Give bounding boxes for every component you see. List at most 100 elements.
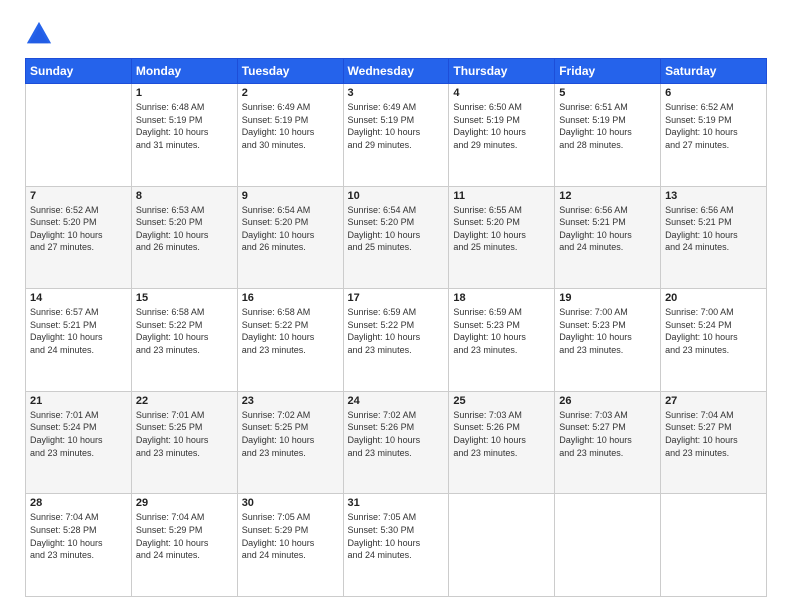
logo-icon [25, 20, 53, 48]
cell-info: Sunrise: 6:49 AM Sunset: 5:19 PM Dayligh… [242, 101, 339, 151]
cell-info: Sunrise: 7:04 AM Sunset: 5:29 PM Dayligh… [136, 511, 233, 561]
day-number: 15 [136, 292, 233, 304]
cell-info: Sunrise: 7:02 AM Sunset: 5:25 PM Dayligh… [242, 409, 339, 459]
calendar: SundayMondayTuesdayWednesdayThursdayFrid… [25, 58, 767, 597]
calendar-cell: 13 Sunrise: 6:56 AM Sunset: 5:21 PM Dayli… [661, 186, 767, 289]
calendar-cell: 12 Sunrise: 6:56 AM Sunset: 5:21 PM Dayli… [555, 186, 661, 289]
day-number: 24 [348, 395, 445, 407]
header-tuesday: Tuesday [237, 59, 343, 84]
cell-info: Sunrise: 6:48 AM Sunset: 5:19 PM Dayligh… [136, 101, 233, 151]
cell-info: Sunrise: 6:55 AM Sunset: 5:20 PM Dayligh… [453, 204, 550, 254]
calendar-cell: 3Sunrise: 6:49 AM Sunset: 5:19 PM Daylig… [343, 84, 449, 187]
cell-info: Sunrise: 6:58 AM Sunset: 5:22 PM Dayligh… [136, 306, 233, 356]
header-sunday: Sunday [26, 59, 132, 84]
calendar-cell: 1 Sunrise: 6:48 AM Sunset: 5:19 PM Daylig… [131, 84, 237, 187]
calendar-cell: 5 Sunrise: 6:51 AM Sunset: 5:19 PM Daylig… [555, 84, 661, 187]
calendar-cell: 4 Sunrise: 6:50 AM Sunset: 5:19 PM Daylig… [449, 84, 555, 187]
cell-info: Sunrise: 7:05 AM Sunset: 5:29 PM Dayligh… [242, 511, 339, 561]
day-number: 26 [559, 395, 656, 407]
cell-info: Sunrise: 7:01 AM Sunset: 5:24 PM Dayligh… [30, 409, 127, 459]
day-number: 17 [348, 292, 445, 304]
day-number: 5 [559, 87, 656, 99]
calendar-cell: 25 Sunrise: 7:03 AM Sunset: 5:26 PM Dayli… [449, 391, 555, 494]
day-number: 3 [348, 87, 445, 99]
calendar-cell: 29Sunrise: 7:04 AM Sunset: 5:29 PM Dayli… [131, 494, 237, 597]
cell-info: Sunrise: 7:04 AM Sunset: 5:28 PM Dayligh… [30, 511, 127, 561]
calendar-cell: 8 Sunrise: 6:53 AM Sunset: 5:20 PM Daylig… [131, 186, 237, 289]
calendar-header-row: SundayMondayTuesdayWednesdayThursdayFrid… [26, 59, 767, 84]
day-number: 25 [453, 395, 550, 407]
cell-info: Sunrise: 7:03 AM Sunset: 5:27 PM Dayligh… [559, 409, 656, 459]
day-number: 8 [136, 190, 233, 202]
cell-info: Sunrise: 7:00 AM Sunset: 5:24 PM Dayligh… [665, 306, 762, 356]
day-number: 23 [242, 395, 339, 407]
cell-info: Sunrise: 6:59 AM Sunset: 5:22 PM Dayligh… [348, 306, 445, 356]
day-number: 20 [665, 292, 762, 304]
calendar-cell: 2 Sunrise: 6:49 AM Sunset: 5:19 PM Daylig… [237, 84, 343, 187]
calendar-cell: 21 Sunrise: 7:01 AM Sunset: 5:24 PM Dayli… [26, 391, 132, 494]
page: SundayMondayTuesdayWednesdayThursdayFrid… [0, 0, 792, 612]
header-friday: Friday [555, 59, 661, 84]
cell-info: Sunrise: 7:05 AM Sunset: 5:30 PM Dayligh… [348, 511, 445, 561]
calendar-cell: 20 Sunrise: 7:00 AM Sunset: 5:24 PM Dayli… [661, 289, 767, 392]
calendar-cell: 18 Sunrise: 6:59 AM Sunset: 5:23 PM Dayli… [449, 289, 555, 392]
header-wednesday: Wednesday [343, 59, 449, 84]
day-number: 22 [136, 395, 233, 407]
day-number: 11 [453, 190, 550, 202]
day-number: 12 [559, 190, 656, 202]
calendar-cell [449, 494, 555, 597]
calendar-cell: 23 Sunrise: 7:02 AM Sunset: 5:25 PM Dayli… [237, 391, 343, 494]
cell-info: Sunrise: 6:52 AM Sunset: 5:20 PM Dayligh… [30, 204, 127, 254]
calendar-cell: 7 Sunrise: 6:52 AM Sunset: 5:20 PM Daylig… [26, 186, 132, 289]
cell-info: Sunrise: 6:51 AM Sunset: 5:19 PM Dayligh… [559, 101, 656, 151]
day-number: 9 [242, 190, 339, 202]
cell-info: Sunrise: 7:03 AM Sunset: 5:26 PM Dayligh… [453, 409, 550, 459]
cell-info: Sunrise: 7:01 AM Sunset: 5:25 PM Dayligh… [136, 409, 233, 459]
day-number: 2 [242, 87, 339, 99]
cell-info: Sunrise: 6:53 AM Sunset: 5:20 PM Dayligh… [136, 204, 233, 254]
cell-info: Sunrise: 6:54 AM Sunset: 5:20 PM Dayligh… [242, 204, 339, 254]
calendar-cell: 19Sunrise: 7:00 AM Sunset: 5:23 PM Dayli… [555, 289, 661, 392]
day-number: 18 [453, 292, 550, 304]
day-number: 10 [348, 190, 445, 202]
header [25, 20, 767, 48]
cell-info: Sunrise: 6:52 AM Sunset: 5:19 PM Dayligh… [665, 101, 762, 151]
calendar-cell: 9 Sunrise: 6:54 AM Sunset: 5:20 PM Daylig… [237, 186, 343, 289]
day-number: 1 [136, 87, 233, 99]
cell-info: Sunrise: 6:56 AM Sunset: 5:21 PM Dayligh… [665, 204, 762, 254]
calendar-cell [661, 494, 767, 597]
header-monday: Monday [131, 59, 237, 84]
day-number: 28 [30, 497, 127, 509]
calendar-cell: 10Sunrise: 6:54 AM Sunset: 5:20 PM Dayli… [343, 186, 449, 289]
calendar-cell: 11 Sunrise: 6:55 AM Sunset: 5:20 PM Dayli… [449, 186, 555, 289]
day-number: 4 [453, 87, 550, 99]
calendar-cell: 24Sunrise: 7:02 AM Sunset: 5:26 PM Dayli… [343, 391, 449, 494]
week-row-1: 7 Sunrise: 6:52 AM Sunset: 5:20 PM Daylig… [26, 186, 767, 289]
day-number: 30 [242, 497, 339, 509]
cell-info: Sunrise: 6:56 AM Sunset: 5:21 PM Dayligh… [559, 204, 656, 254]
week-row-0: 1 Sunrise: 6:48 AM Sunset: 5:19 PM Daylig… [26, 84, 767, 187]
header-thursday: Thursday [449, 59, 555, 84]
calendar-cell: 28 Sunrise: 7:04 AM Sunset: 5:28 PM Dayli… [26, 494, 132, 597]
day-number: 13 [665, 190, 762, 202]
calendar-cell: 31 Sunrise: 7:05 AM Sunset: 5:30 PM Dayli… [343, 494, 449, 597]
week-row-2: 14Sunrise: 6:57 AM Sunset: 5:21 PM Dayli… [26, 289, 767, 392]
cell-info: Sunrise: 6:50 AM Sunset: 5:19 PM Dayligh… [453, 101, 550, 151]
calendar-cell: 27Sunrise: 7:04 AM Sunset: 5:27 PM Dayli… [661, 391, 767, 494]
logo [25, 20, 57, 48]
day-number: 31 [348, 497, 445, 509]
calendar-cell [26, 84, 132, 187]
cell-info: Sunrise: 7:04 AM Sunset: 5:27 PM Dayligh… [665, 409, 762, 459]
header-saturday: Saturday [661, 59, 767, 84]
day-number: 21 [30, 395, 127, 407]
day-number: 19 [559, 292, 656, 304]
day-number: 6 [665, 87, 762, 99]
calendar-cell: 26 Sunrise: 7:03 AM Sunset: 5:27 PM Dayli… [555, 391, 661, 494]
day-number: 16 [242, 292, 339, 304]
calendar-cell: 16Sunrise: 6:58 AM Sunset: 5:22 PM Dayli… [237, 289, 343, 392]
calendar-cell: 14Sunrise: 6:57 AM Sunset: 5:21 PM Dayli… [26, 289, 132, 392]
calendar-cell: 15 Sunrise: 6:58 AM Sunset: 5:22 PM Dayli… [131, 289, 237, 392]
cell-info: Sunrise: 6:59 AM Sunset: 5:23 PM Dayligh… [453, 306, 550, 356]
calendar-cell: 6 Sunrise: 6:52 AM Sunset: 5:19 PM Daylig… [661, 84, 767, 187]
day-number: 7 [30, 190, 127, 202]
